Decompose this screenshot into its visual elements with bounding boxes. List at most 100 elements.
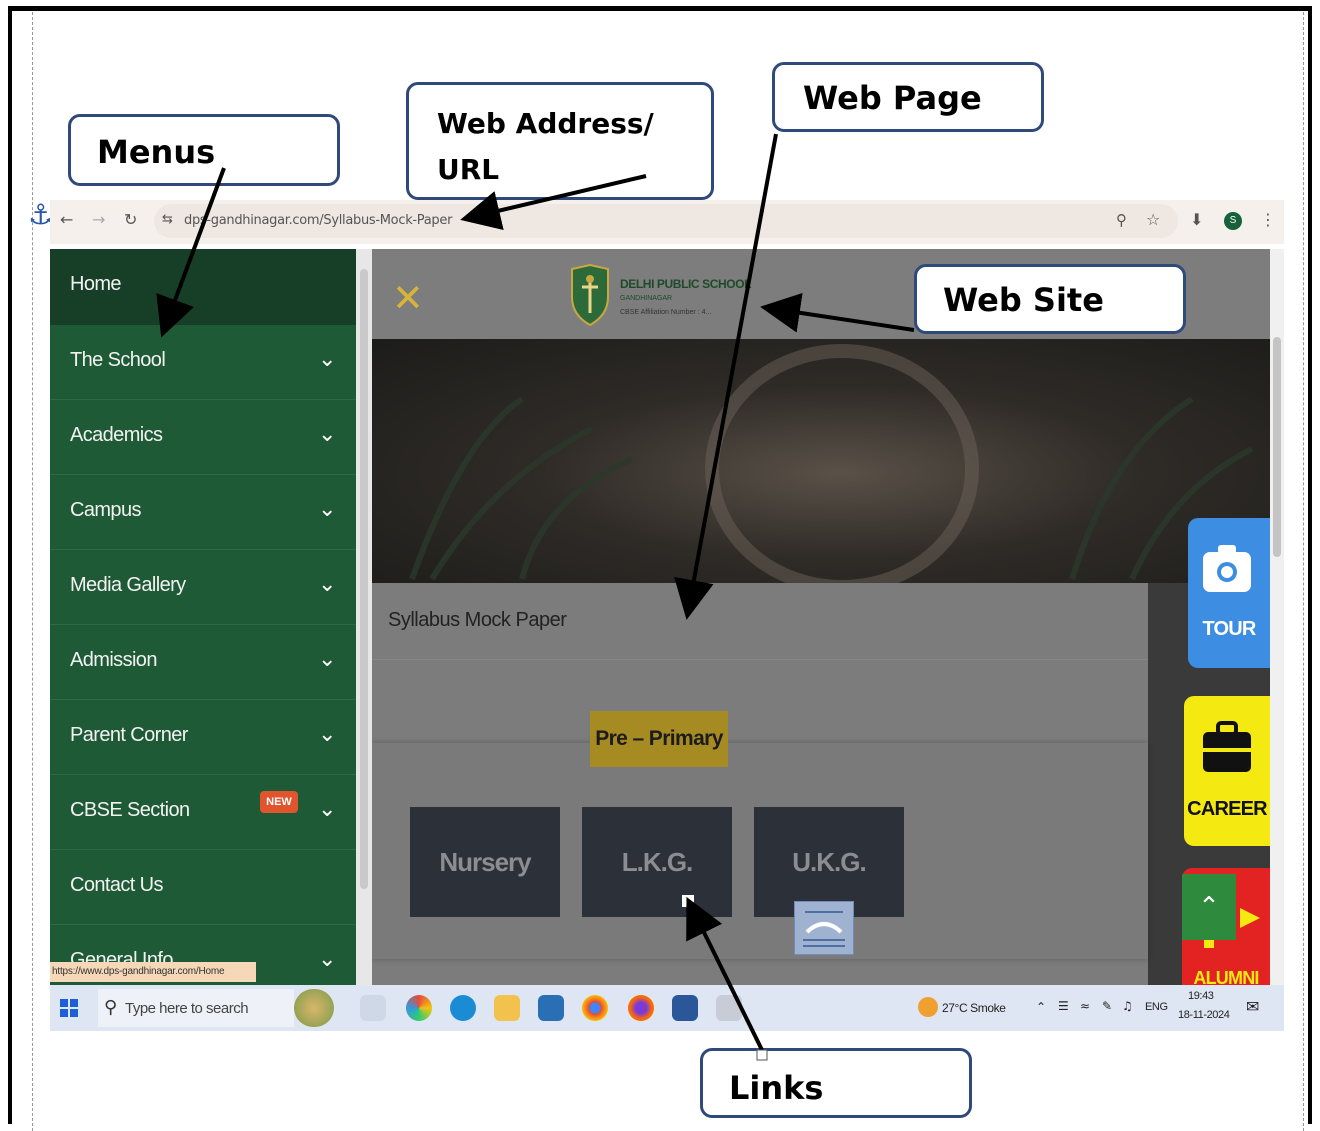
lkg-link[interactable]: L.K.G. — [582, 807, 732, 917]
sidebar-item-label: Contact Us — [70, 874, 164, 896]
sidebar-item-label: Media Gallery — [70, 574, 186, 596]
page-margin-line — [32, 12, 33, 1131]
network-icon[interactable]: ☰ — [1058, 999, 1069, 1013]
download-icon[interactable]: ⬇ — [1190, 210, 1203, 229]
sidebar-item-label: Admission — [70, 649, 157, 671]
sidebar-item-admission[interactable]: Admission ⌄ — [50, 625, 356, 700]
edge-icon[interactable] — [450, 995, 476, 1021]
browser-toolbar: ← → ↻ ⇆ dps-gandhinagar.com/Syllabus-Moc… — [50, 200, 1284, 244]
page-scrollbar[interactable] — [1270, 249, 1284, 985]
chevron-up-icon: ⌃ — [1198, 892, 1220, 922]
nursery-link[interactable]: Nursery — [410, 807, 560, 917]
file-explorer-icon[interactable] — [494, 995, 520, 1021]
sidebar-item-campus[interactable]: Campus ⌄ — [50, 475, 356, 550]
weather-text[interactable]: 27°C Smoke — [942, 1001, 1006, 1015]
chevron-down-icon[interactable]: ⌄ — [318, 422, 336, 447]
bookmark-star-icon[interactable]: ☆ — [1146, 210, 1160, 229]
language-indicator[interactable]: ENG — [1145, 1001, 1168, 1013]
tour-button[interactable]: TOUR — [1188, 518, 1270, 668]
chevron-down-icon[interactable]: ⌄ — [318, 347, 336, 372]
chrome-icon[interactable] — [582, 995, 608, 1021]
address-bar[interactable]: ⇆ dps-gandhinagar.com/Syllabus-Mock-Pape… — [154, 204, 1178, 238]
document-icon[interactable] — [794, 901, 854, 955]
sidebar-item-contact-us[interactable]: Contact Us — [50, 850, 356, 925]
sidebar-item-media-gallery[interactable]: Media Gallery ⌄ — [50, 550, 356, 625]
reload-icon[interactable]: ↻ — [124, 210, 137, 229]
chevron-up-icon[interactable]: ⌃ — [1036, 1000, 1046, 1014]
sidebar-scrollbar[interactable] — [356, 249, 372, 985]
page-margin-line — [1303, 12, 1304, 1131]
close-menu-icon[interactable]: ✕ — [392, 279, 424, 317]
page-title: Syllabus Mock Paper — [388, 609, 567, 631]
sidebar-item-label: CBSE Section — [70, 799, 190, 821]
zoom-icon[interactable]: ⚲ — [1116, 211, 1127, 229]
cursor-marker — [682, 895, 694, 907]
wifi-icon[interactable]: ≈ — [1080, 999, 1090, 1013]
scrollbar-thumb[interactable] — [1273, 337, 1281, 557]
chevron-down-icon[interactable]: ⌄ — [318, 947, 336, 972]
copilot-icon[interactable] — [406, 995, 432, 1021]
school-affiliation: CBSE Affiliation Number : 4... — [620, 309, 712, 316]
chevron-down-icon[interactable]: ⌄ — [318, 797, 336, 822]
tab-pre-primary[interactable]: Pre – Primary — [590, 711, 728, 767]
sidebar-item-parent-corner[interactable]: Parent Corner ⌄ — [50, 700, 356, 775]
callout-label: Web Page — [803, 79, 982, 117]
chevron-down-icon[interactable]: ⌄ — [318, 497, 336, 522]
forward-icon[interactable]: → — [92, 210, 105, 229]
career-label: CAREER — [1187, 798, 1267, 820]
callout-web-site: Web Site — [914, 264, 1186, 334]
firefox-icon[interactable] — [628, 995, 654, 1021]
callout-web-page: Web Page — [772, 62, 1044, 132]
chevron-down-icon[interactable]: ⌄ — [318, 647, 336, 672]
web-page: ✕ DELHI PUBLIC SCHOOL GANDHINAGAR CBSE A… — [372, 249, 1270, 985]
sidebar-item-label: The School — [70, 349, 166, 371]
menu-kebab-icon[interactable]: ⋮ — [1260, 210, 1276, 229]
hero-banner — [372, 339, 1270, 594]
back-icon[interactable]: ← — [60, 210, 73, 229]
callout-label: URL — [437, 153, 500, 186]
callout-links: Links — [700, 1048, 972, 1118]
mail-icon[interactable] — [538, 995, 564, 1021]
school-logo[interactable] — [568, 263, 612, 327]
scrollbar-thumb[interactable] — [360, 269, 368, 889]
chevron-down-icon[interactable]: ⌄ — [318, 572, 336, 597]
briefcase-icon — [1203, 721, 1251, 772]
tour-label: TOUR — [1202, 618, 1256, 640]
sidebar-nav: Home The School ⌄ Academics ⌄ Campus ⌄ M… — [50, 249, 356, 985]
career-button[interactable]: CAREER — [1184, 696, 1270, 846]
hero-image — [409, 344, 1254, 594]
notification-icon[interactable]: ✉ — [1246, 997, 1259, 1016]
app-icon[interactable] — [716, 995, 742, 1021]
sidebar-item-cbse-section[interactable]: NEW CBSE Section ⌄ — [50, 775, 356, 850]
word-icon[interactable] — [672, 995, 698, 1021]
taskbar: ⚲ Type here to search 27°C Smoke ⌃ ☰ ≈ ✎… — [50, 985, 1284, 1031]
weather-icon[interactable] — [918, 997, 938, 1017]
sidebar-item-label: Home — [70, 273, 122, 295]
chevron-down-icon[interactable]: ⌄ — [318, 722, 336, 747]
sidebar-item-label: Parent Corner — [70, 724, 188, 746]
search-highlight-icon[interactable] — [294, 989, 334, 1027]
search-placeholder[interactable]: Type here to search — [125, 1000, 249, 1017]
profile-avatar[interactable]: S — [1224, 212, 1242, 230]
callout-menus: Menus — [68, 114, 340, 186]
sidebar-item-the-school[interactable]: The School ⌄ — [50, 325, 356, 400]
school-location: GANDHINAGAR — [620, 295, 673, 302]
site-info-icon[interactable]: ⇆ — [162, 212, 173, 227]
clock-date[interactable]: 18-11-2024 — [1178, 1009, 1230, 1021]
camera-icon — [1203, 545, 1251, 592]
sidebar-item-home[interactable]: Home — [50, 249, 356, 325]
task-view-icon[interactable] — [360, 995, 386, 1021]
clock-time[interactable]: 19:43 — [1188, 990, 1214, 1002]
pen-icon[interactable]: ✎ — [1102, 999, 1112, 1013]
callout-label: Links — [729, 1069, 824, 1107]
volume-icon[interactable]: ♫ — [1122, 999, 1133, 1013]
callout-label: Menus — [97, 133, 216, 171]
status-bar-url: https://www.dps-gandhinagar.com/Home — [50, 962, 256, 982]
callout-label: Web Site — [943, 281, 1104, 319]
new-badge: NEW — [260, 791, 298, 813]
scroll-to-top-button[interactable]: ⌃ — [1182, 874, 1236, 940]
windows-start-icon[interactable] — [60, 999, 78, 1017]
sidebar-item-label: Campus — [70, 499, 141, 521]
url-text[interactable]: dps-gandhinagar.com/Syllabus-Mock-Paper — [184, 213, 452, 228]
sidebar-item-academics[interactable]: Academics ⌄ — [50, 400, 356, 475]
